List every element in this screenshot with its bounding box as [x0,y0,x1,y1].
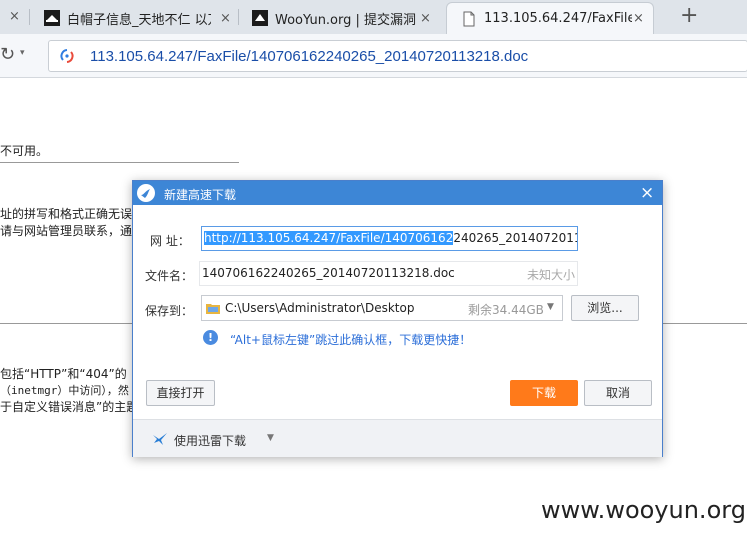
hat-favicon-icon [44,10,60,26]
dialog-footer: 使用迅雷下载 ▼ [133,419,662,457]
reload-icon[interactable]: ↻ [0,46,15,64]
browse-button[interactable]: 浏览... [571,295,639,321]
wooyun-favicon-icon [252,10,268,26]
url-label: 网 址： [150,234,190,248]
tab-separator [238,9,239,25]
tab-baimaozi[interactable]: 白帽子信息_天地不仁 以万 × [44,2,234,34]
document-icon [463,11,475,26]
save-to-label: 保存到： [145,304,194,318]
page-text-line: 请与网站管理员联系，通知 [0,224,145,238]
filename-field[interactable]: 140706162240265_20140720113218.doc 未知大小 [199,261,578,286]
new-tab-button[interactable]: + [680,4,698,28]
download-logo-icon [137,184,155,202]
close-icon[interactable]: × [640,182,654,204]
tab-strip: × 白帽子信息_天地不仁 以万 × WooYun.org | 提交漏洞 × 11… [0,0,747,34]
url-text[interactable]: 113.105.64.247/FaxFile/140706162240265_2… [90,48,528,65]
site-info-icon[interactable] [59,48,75,64]
tab-title: 白帽子信息_天地不仁 以万 [67,12,211,28]
dialog-title-bar[interactable]: 新建高速下载 × [133,181,662,205]
tab-separator [29,9,30,25]
tab-title: 113.105.64.247/FaxFile/1 [484,11,632,26]
use-thunder-option[interactable]: 使用迅雷下载 [174,432,246,449]
divider [0,162,239,163]
page-text-line: 包括“HTTP”和“404”的 [0,367,127,381]
download-button[interactable]: 下载 [510,380,578,406]
size-unknown: 未知大小 [526,268,575,282]
url-selected-text: http://113.105.64.247/FaxFile/140706162 [204,231,454,245]
chevron-down-icon[interactable]: ▾ [20,48,25,58]
cancel-button[interactable]: 取消 [584,380,652,406]
save-path-value: C:\Users\Administrator\Desktop [225,301,415,315]
folder-icon [206,304,220,314]
page-text-line: 不可用。 [0,144,49,158]
free-space: 剩余34.44GB [468,303,544,317]
watermark: www.wooyun.org [541,496,746,524]
chevron-down-icon[interactable]: ▼ [267,433,274,443]
open-directly-button[interactable]: 直接打开 [146,380,215,406]
tab-close-icon[interactable]: × [633,11,644,26]
info-icon: ! [203,330,218,345]
filename-value: 140706162240265_20140720113218.doc [202,266,455,280]
page-text-line: （inetmgr）中访问），然 [0,384,129,397]
url-field[interactable]: http://113.105.64.247/FaxFile/1407061622… [201,226,578,251]
navigation-bar: ↻ ▾ 113.105.64.247/FaxFile/1407061622402… [0,34,747,78]
dialog-title: 新建高速下载 [164,188,237,202]
save-path-select[interactable]: C:\Users\Administrator\Desktop 剩余34.44GB… [201,295,563,321]
url-rest-text: 240265_20140720113218.doc [453,231,577,245]
tab-faxfile-active[interactable]: 113.105.64.247/FaxFile/1 × [446,2,654,34]
page-text-line: 于自定义错误消息”的主题 [0,400,139,414]
page-text-line: 址的拼写和格式正确无误。 [0,207,145,221]
shortcut-tip: “Alt+鼠标左键”跳过此确认框，下载更快捷！ [230,333,472,347]
tab-wooyun[interactable]: WooYun.org | 提交漏洞 × [252,2,442,34]
tab-close-icon[interactable]: × [9,9,20,24]
address-bar[interactable]: 113.105.64.247/FaxFile/140706162240265_2… [48,40,747,72]
url-field-value: http://113.105.64.247/FaxFile/1407061622… [204,231,577,245]
thunder-bird-icon [153,433,167,445]
chevron-down-icon[interactable]: ▼ [547,302,554,312]
download-dialog: 新建高速下载 × 网 址： http://113.105.64.247/FaxF… [132,180,663,457]
tab-close-icon[interactable]: × [420,11,431,26]
filename-label: 文件名： [145,269,194,283]
tab-title: WooYun.org | 提交漏洞 [275,12,417,28]
tab-close-icon[interactable]: × [220,11,231,26]
